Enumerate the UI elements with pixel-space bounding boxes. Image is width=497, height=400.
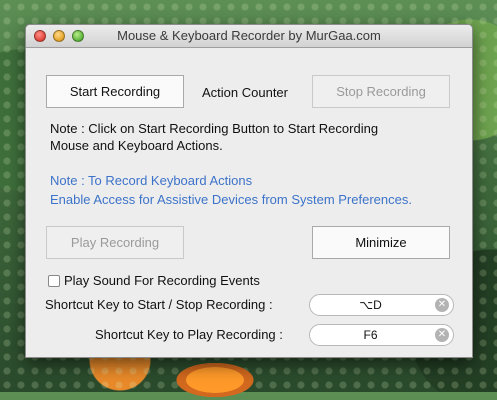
- play-shortcut-field[interactable]: F6 ✕: [309, 324, 454, 346]
- window-title: Mouse & Keyboard Recorder by MurGaa.com: [117, 28, 381, 43]
- play-shortcut-label: Shortcut Key to Play Recording :: [95, 327, 283, 342]
- window-controls: [34, 30, 84, 42]
- action-counter-label: Action Counter: [202, 85, 288, 100]
- start-stop-shortcut-label: Shortcut Key to Start / Stop Recording :: [45, 297, 273, 312]
- start-recording-button[interactable]: Start Recording: [46, 75, 184, 108]
- play-sound-checkbox[interactable]: [48, 275, 60, 287]
- zoom-window-button[interactable]: [72, 30, 84, 42]
- keyboard-note-line-1: Note : To Record Keyboard Actions: [50, 173, 253, 188]
- play-sound-label: Play Sound For Recording Events: [64, 273, 260, 288]
- note-line-1: Note : Click on Start Recording Button t…: [50, 121, 379, 136]
- app-window: Mouse & Keyboard Recorder by MurGaa.com …: [25, 24, 473, 358]
- play-shortcut-value: F6: [363, 328, 378, 342]
- note-line-2: Mouse and Keyboard Actions.: [50, 138, 223, 153]
- close-window-button[interactable]: [34, 30, 46, 42]
- clear-play-shortcut-icon[interactable]: ✕: [435, 328, 449, 342]
- stop-recording-button[interactable]: Stop Recording: [312, 75, 450, 108]
- minimize-window-button[interactable]: [53, 30, 65, 42]
- play-recording-button[interactable]: Play Recording: [46, 226, 184, 259]
- clear-start-stop-icon[interactable]: ✕: [435, 298, 449, 312]
- start-stop-shortcut-value: ⌥D: [359, 298, 382, 312]
- minimize-button[interactable]: Minimize: [312, 226, 450, 259]
- title-bar[interactable]: Mouse & Keyboard Recorder by MurGaa.com: [26, 25, 472, 48]
- start-stop-shortcut-field[interactable]: ⌥D ✕: [309, 294, 454, 316]
- desktop-clownfish: [170, 360, 260, 400]
- keyboard-note-line-2: Enable Access for Assistive Devices from…: [50, 192, 412, 207]
